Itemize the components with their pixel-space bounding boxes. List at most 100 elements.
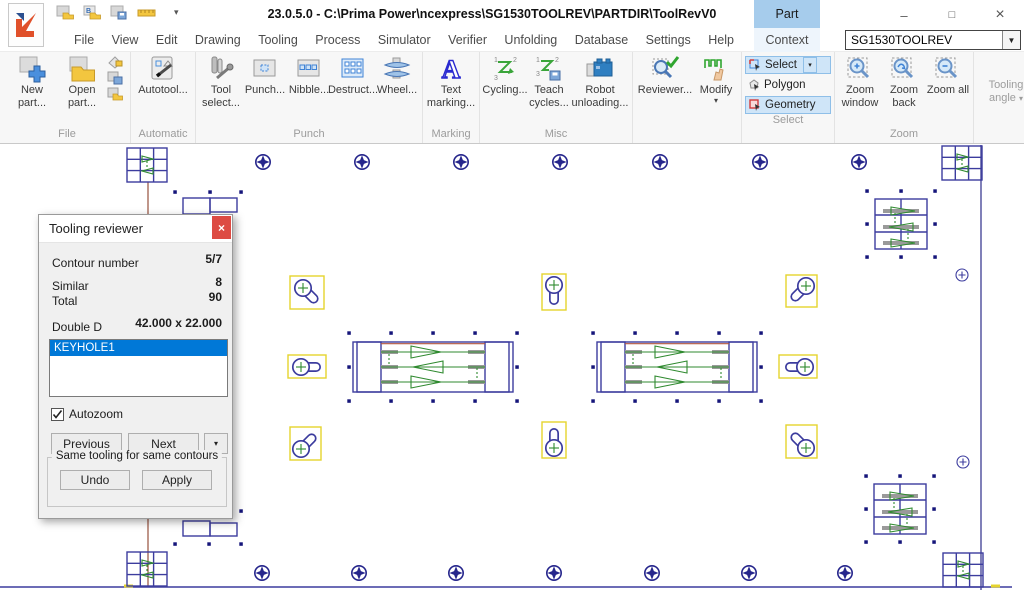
apply-button[interactable]: Apply: [142, 470, 212, 490]
menu-process[interactable]: Process: [313, 30, 362, 50]
contour-number-value: 5/7: [205, 252, 222, 266]
modify-dropdown-icon[interactable]: ▾: [714, 97, 718, 105]
menu-view[interactable]: View: [110, 30, 141, 50]
menu-simulator[interactable]: Simulator: [376, 30, 433, 50]
modify-icon: [701, 54, 731, 84]
menu-file[interactable]: File: [72, 30, 96, 50]
close-button[interactable]: ×: [976, 0, 1024, 30]
part-center-right[interactable]: [591, 331, 763, 403]
ribbon-group-punch: Tool select... Punch... Nibble...: [196, 52, 423, 143]
nibble-button[interactable]: Nibble...: [287, 53, 331, 97]
ribbon-group-misc: 1 2 3 Cycling... 1 2 3 Teach cycles...: [480, 52, 633, 143]
app-logo-icon: [12, 9, 40, 41]
group-label-file: File: [7, 128, 127, 143]
open-part-button[interactable]: Open part...: [57, 53, 107, 110]
zoom-window-button[interactable]: Zoom window: [838, 53, 882, 110]
tool-select-button[interactable]: Tool select...: [199, 53, 243, 110]
dialog-close-button[interactable]: ×: [212, 216, 231, 239]
select-dropdown-icon[interactable]: ▾: [803, 57, 817, 73]
new-part-icon: [17, 54, 47, 84]
part-selector-combobox[interactable]: SG1530TOOLREV ▼: [845, 30, 1021, 50]
new-part-button[interactable]: New part...: [7, 53, 57, 110]
qat-save-sheet-icon[interactable]: [110, 5, 128, 20]
qat-customize-icon[interactable]: ▾: [174, 7, 179, 18]
contour-number-label: Contour number: [52, 256, 139, 270]
grid-part-bottom-left[interactable]: [127, 552, 167, 586]
qat-open-by-icon[interactable]: B: [83, 5, 101, 20]
select-button[interactable]: Select ▾: [745, 56, 831, 74]
destruct-icon: [338, 54, 368, 84]
tooling-angle-button[interactable]: Tooling angle ▾: [977, 53, 1024, 105]
ribbon: New part... Open part...: [0, 52, 1024, 144]
zoom-back-button[interactable]: Zoom back: [882, 53, 926, 110]
maximize-button[interactable]: □: [928, 0, 976, 30]
tooling-reviewer-dialog: Tooling reviewer × Contour number 5/7 Si…: [38, 214, 233, 519]
wheel-button[interactable]: Wheel...: [375, 53, 419, 97]
svg-text:2: 2: [513, 57, 517, 64]
tool-listbox[interactable]: KEYHOLE1: [49, 339, 228, 397]
modify-button[interactable]: Modify ▾: [694, 53, 738, 105]
menu-settings[interactable]: Settings: [644, 30, 693, 50]
svg-text:2: 2: [555, 57, 559, 64]
menu-edit[interactable]: Edit: [154, 30, 180, 50]
part-fragment-top[interactable]: [173, 190, 243, 214]
group-label-misc: Misc: [483, 128, 629, 143]
autotool-button[interactable]: Autotool...: [134, 53, 192, 97]
robot-unloading-button[interactable]: Robot unloading...: [571, 53, 629, 110]
autotool-locked-icon[interactable]: [107, 55, 123, 69]
menu-database[interactable]: Database: [573, 30, 631, 50]
zoom-all-button[interactable]: Zoom all: [926, 53, 970, 97]
cycling-button[interactable]: 1 2 3 Cycling...: [483, 53, 527, 97]
group-label-select: Select: [745, 114, 831, 129]
destruct-button[interactable]: Destruct...: [331, 53, 375, 97]
select-icon: [749, 59, 761, 71]
drawing-canvas[interactable]: Tooling reviewer × Contour number 5/7 Si…: [0, 144, 1024, 590]
save-to-folder-icon[interactable]: [107, 87, 123, 101]
grid-part-bottom-right[interactable]: [943, 553, 983, 587]
qat-save-part-icon[interactable]: [56, 5, 74, 20]
cycling-icon: 1 2 3: [490, 54, 520, 84]
part-center-left[interactable]: [347, 331, 519, 403]
part-context-tab[interactable]: Part: [754, 0, 820, 28]
part-right-bottom[interactable]: [864, 474, 936, 544]
menu-drawing[interactable]: Drawing: [193, 30, 243, 50]
menu-context[interactable]: Context: [754, 28, 820, 52]
keyhole-contours[interactable]: [288, 274, 818, 461]
menu-help[interactable]: Help: [706, 30, 736, 50]
tool-size-value: 42.000 x 22.000: [135, 316, 222, 330]
part-right-top[interactable]: [865, 189, 937, 258]
teach-cycles-button[interactable]: 1 2 3 Teach cycles...: [527, 53, 571, 110]
geometry-button[interactable]: Geometry: [745, 96, 831, 114]
undo-button[interactable]: Undo: [60, 470, 130, 490]
tool-list-item-selected[interactable]: KEYHOLE1: [50, 340, 227, 356]
autotool-icon: [148, 54, 178, 84]
polygon-button[interactable]: Polygon: [745, 76, 831, 94]
tooling-angle-dropdown-icon: ▾: [1019, 94, 1023, 103]
ribbon-group-tooling-angle: Tooling angle ▾: [974, 52, 1024, 143]
grid-part-top-right[interactable]: [942, 146, 982, 180]
part-selector-value: SG1530TOOLREV: [846, 33, 1002, 47]
text-marking-button[interactable]: A Text marking...: [426, 53, 476, 110]
quick-access-toolbar: B ▾: [56, 5, 179, 20]
same-tooling-groupbox: Same tooling for same contours Undo Appl…: [47, 457, 227, 507]
grid-part-top-left[interactable]: [127, 148, 167, 182]
reviewer-button[interactable]: Reviewer...: [636, 53, 694, 97]
menu-verifier[interactable]: Verifier: [446, 30, 489, 50]
reference-mark: [957, 456, 969, 468]
svg-text:1: 1: [494, 57, 498, 64]
punch-button[interactable]: Punch...: [243, 53, 287, 97]
combo-dropdown-icon[interactable]: ▼: [1002, 31, 1020, 49]
minimize-button[interactable]: –: [880, 0, 928, 30]
zoom-window-icon: [845, 54, 875, 84]
menu-bar: File View Edit Drawing Tooling Process S…: [0, 28, 1024, 52]
ribbon-group-zoom: Zoom window Zoom back Zoom all: [835, 52, 974, 143]
app-menu-button[interactable]: [8, 3, 44, 47]
dialog-title-bar[interactable]: Tooling reviewer ×: [39, 215, 232, 243]
total-label: Total: [52, 294, 77, 308]
qat-measure-icon[interactable]: [137, 7, 157, 19]
menu-tooling[interactable]: Tooling: [256, 30, 300, 50]
save-with-floppy-icon[interactable]: [107, 71, 123, 85]
menu-unfolding[interactable]: Unfolding: [502, 30, 559, 50]
group-label-marking: Marking: [426, 128, 476, 143]
autozoom-checkbox[interactable]: [51, 408, 64, 421]
